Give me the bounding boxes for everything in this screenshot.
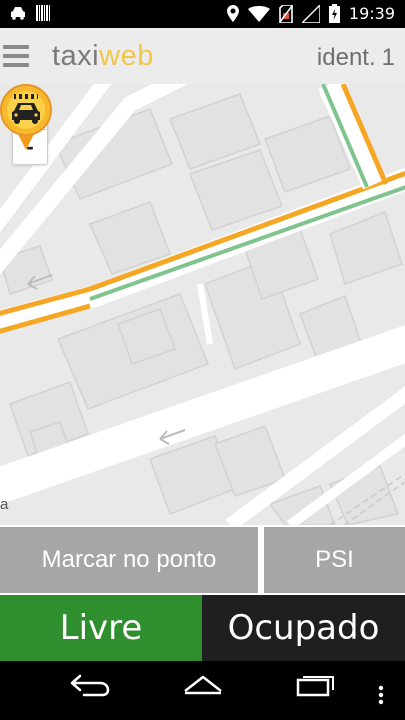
status-toggle: Livre Ocupado: [0, 595, 405, 661]
status-bar: 19:39: [0, 0, 405, 28]
home-icon[interactable]: [182, 673, 224, 697]
taxi-notification-icon: [11, 7, 25, 20]
psi-button[interactable]: PSI: [264, 527, 405, 593]
barcode-notification-icon: [36, 5, 50, 21]
android-nav-bar: [0, 661, 405, 720]
livre-button[interactable]: Livre: [0, 595, 202, 661]
street-label: a: [0, 496, 9, 513]
map-view[interactable]: a + -: [0, 84, 405, 525]
overflow-menu-icon[interactable]: [378, 685, 384, 705]
ident-display: ident. 1: [317, 44, 395, 72]
clock: 19:39: [348, 4, 395, 23]
brand-logo-part2: web: [99, 40, 154, 72]
marcar-no-ponto-button[interactable]: Marcar no ponto: [0, 527, 258, 593]
ocupado-button[interactable]: Ocupado: [202, 595, 405, 661]
brand-logo: taxiweb: [52, 40, 154, 72]
taxi-location-marker[interactable]: [0, 84, 52, 150]
action-bar: Marcar no ponto PSI: [0, 525, 405, 595]
ident-value: 1: [381, 44, 395, 71]
map-canvas: a: [0, 84, 405, 525]
menu-icon[interactable]: [3, 45, 29, 67]
no-sim-icon: [279, 4, 293, 23]
signal-icon: [301, 4, 320, 23]
recent-apps-icon[interactable]: [296, 673, 336, 697]
app-header: taxiweb ident. 1: [0, 28, 405, 85]
brand-logo-part1: taxi: [52, 40, 100, 72]
back-icon[interactable]: [70, 673, 110, 697]
ident-label: ident.: [316, 44, 376, 71]
location-icon: [226, 5, 239, 22]
battery-charging-icon: [328, 4, 340, 23]
wifi-icon: [247, 5, 270, 22]
